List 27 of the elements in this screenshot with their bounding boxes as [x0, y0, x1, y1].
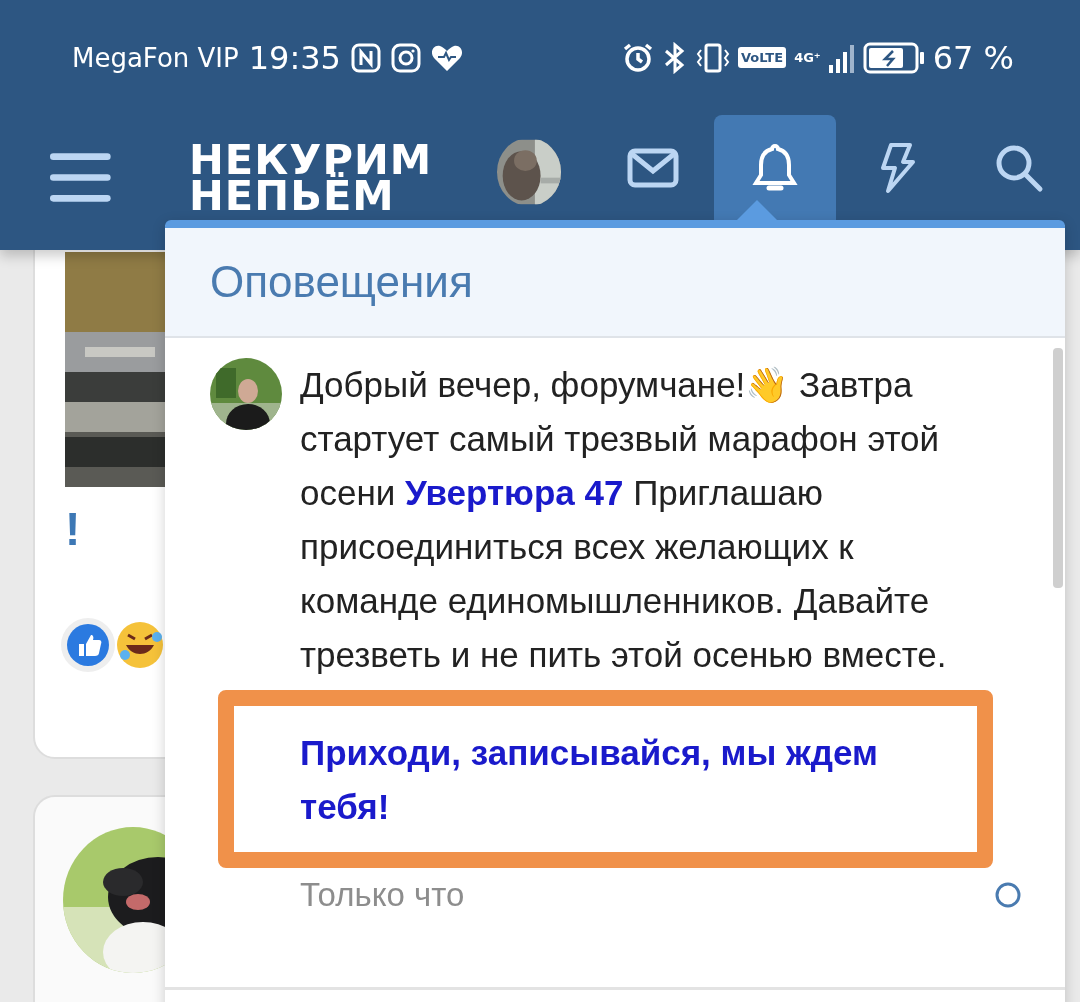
nfc-icon	[350, 42, 381, 73]
nav-tab[interactable]	[714, 115, 836, 220]
vibrate-icon	[695, 41, 730, 74]
battery-icon	[862, 41, 925, 74]
carrier-name: MegaFon VIP	[72, 42, 239, 73]
scrollbar[interactable]	[1053, 348, 1063, 588]
envelope-icon	[627, 147, 679, 188]
signal-icon	[828, 42, 855, 73]
menu-icon[interactable]	[50, 152, 111, 204]
circle-icon[interactable]	[994, 881, 1022, 909]
alarm-icon	[621, 41, 654, 74]
marathon-link[interactable]: Увертюра 47	[405, 473, 624, 512]
panel-title: Оповещения	[210, 257, 473, 307]
heart-icon	[430, 43, 463, 72]
call-to-action-text: Приходи, записывайся, мы ждем тебя!	[300, 732, 879, 828]
clock-time: 19:35	[248, 38, 341, 77]
thumbs-up-icon[interactable]	[60, 617, 116, 673]
bell-icon	[752, 141, 798, 194]
lightning-icon	[878, 141, 916, 194]
timestamp: Только что	[300, 876, 465, 914]
exclamation-mark: !	[65, 502, 81, 556]
camera-icon	[390, 42, 421, 73]
notification-text: Добрый вечер, форумчане!👋 Завтра стартует самый трезвый марафон этой осени Увертюра 47 Приглашаю присоединиться всех желающих к команде единомышленников. Давайте трезветь и не пить этой осенью вместе.	[300, 364, 948, 676]
battery-percent: 67 %	[932, 38, 1014, 77]
network-type: 4G⁺	[794, 50, 821, 65]
site-logo[interactable]: НЕКУРИМ НЕПЬЁМ	[188, 142, 432, 214]
volte-badge: VoLTE	[737, 47, 787, 68]
